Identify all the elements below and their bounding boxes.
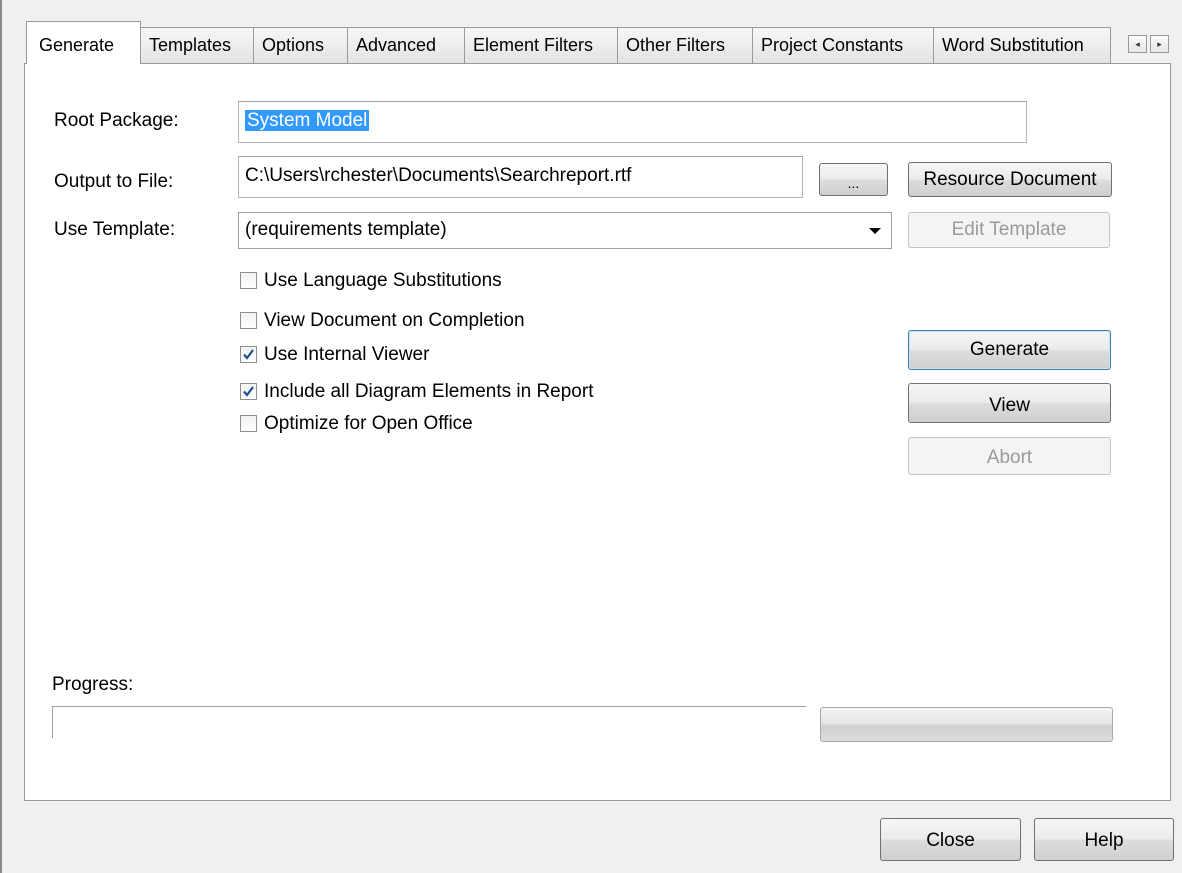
option-label: Include all Diagram Elements in Report bbox=[264, 381, 594, 402]
progress-status-field bbox=[52, 706, 806, 738]
abort-button[interactable]: Abort bbox=[908, 437, 1111, 475]
generate-button[interactable]: Generate bbox=[908, 330, 1111, 370]
help-button[interactable]: Help bbox=[1034, 818, 1174, 861]
root-package-value: System Model bbox=[245, 110, 370, 131]
template-select-value: (requirements template) bbox=[245, 219, 447, 240]
checkbox-include-diagram-elements[interactable] bbox=[240, 383, 257, 400]
option-label: Optimize for Open Office bbox=[264, 413, 473, 434]
checkbox-internal-viewer[interactable] bbox=[240, 346, 257, 363]
report-dialog: Generate Templates Options Advanced Elem… bbox=[0, 0, 1182, 873]
option-label: Use Language Substitutions bbox=[264, 270, 502, 291]
checkbox-optimize-open-office[interactable] bbox=[240, 415, 257, 432]
option-label: Use Internal Viewer bbox=[264, 344, 430, 365]
tab-generate[interactable]: Generate bbox=[26, 21, 141, 64]
option-language-substitutions[interactable]: Use Language Substitutions bbox=[240, 270, 540, 292]
tab-project-constants[interactable]: Project Constants bbox=[752, 27, 934, 63]
option-label: View Document on Completion bbox=[264, 310, 525, 331]
checkmark-icon bbox=[243, 386, 254, 397]
edit-template-button[interactable]: Edit Template bbox=[908, 212, 1110, 248]
option-view-on-completion[interactable]: View Document on Completion bbox=[240, 310, 560, 332]
output-file-input[interactable]: C:\Users\rchester\Documents\Searchreport… bbox=[238, 156, 803, 198]
option-internal-viewer[interactable]: Use Internal Viewer bbox=[240, 344, 460, 366]
root-package-label: Root Package: bbox=[54, 110, 179, 131]
tab-advanced[interactable]: Advanced bbox=[347, 27, 465, 63]
option-include-diagram-elements[interactable]: Include all Diagram Elements in Report bbox=[240, 381, 640, 403]
checkbox-view-on-completion[interactable] bbox=[240, 312, 257, 329]
chevron-down-icon bbox=[869, 228, 881, 234]
browse-button[interactable]: ... bbox=[819, 163, 888, 196]
checkbox-language-substitutions[interactable] bbox=[240, 272, 257, 289]
checkmark-icon bbox=[243, 349, 254, 360]
tab-templates[interactable]: Templates bbox=[140, 27, 254, 63]
tab-word-substitution[interactable]: Word Substitution bbox=[933, 27, 1111, 63]
tab-scroll-left-button[interactable]: ◂ bbox=[1128, 35, 1147, 53]
progress-bar bbox=[820, 707, 1113, 742]
root-package-input[interactable]: System Model bbox=[238, 101, 1027, 143]
close-button[interactable]: Close bbox=[880, 818, 1021, 861]
use-template-label: Use Template: bbox=[54, 219, 176, 240]
resource-document-button[interactable]: Resource Document bbox=[908, 162, 1112, 197]
tab-other-filters[interactable]: Other Filters bbox=[617, 27, 753, 63]
option-optimize-open-office[interactable]: Optimize for Open Office bbox=[240, 413, 510, 435]
tab-options[interactable]: Options bbox=[253, 27, 348, 63]
output-to-file-label: Output to File: bbox=[54, 171, 174, 192]
view-button[interactable]: View bbox=[908, 383, 1111, 423]
tab-element-filters[interactable]: Element Filters bbox=[464, 27, 618, 63]
progress-label: Progress: bbox=[52, 674, 134, 695]
template-select[interactable]: (requirements template) bbox=[238, 212, 892, 249]
tab-scroll-right-button[interactable]: ▸ bbox=[1150, 35, 1169, 53]
